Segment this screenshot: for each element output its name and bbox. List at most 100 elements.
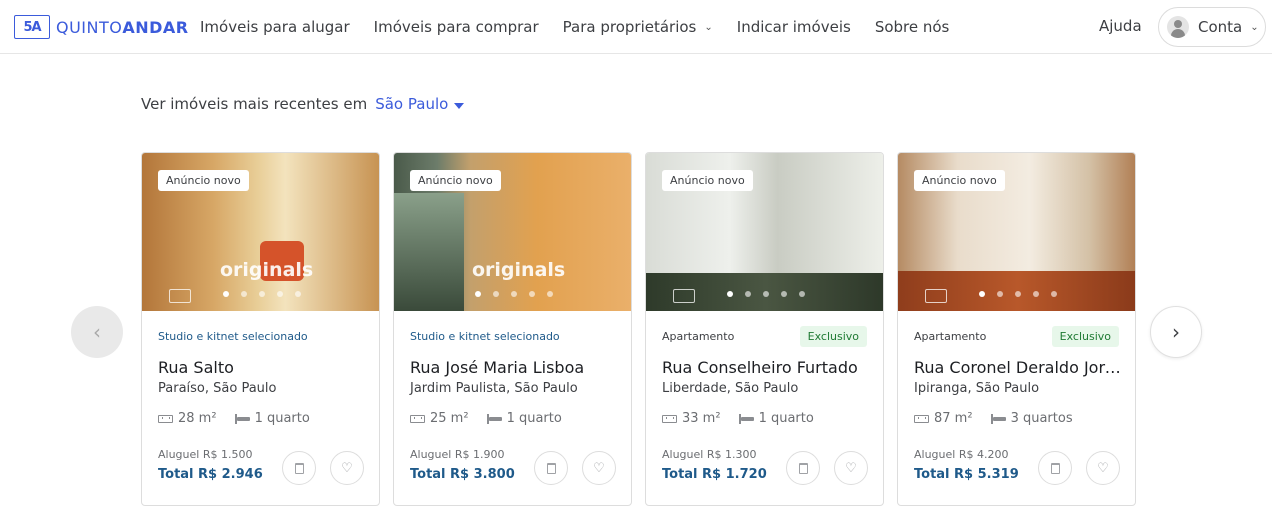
- discard-button[interactable]: [786, 451, 820, 485]
- photo-dot[interactable]: [1050, 291, 1057, 297]
- city-selector[interactable]: São Paulo: [375, 95, 465, 113]
- photo-dot[interactable]: [978, 291, 985, 297]
- rooms-feature: 1 quarto: [486, 411, 562, 426]
- rooms-feature: 3 quartos: [990, 411, 1073, 426]
- favorite-button[interactable]: ♡: [582, 451, 616, 485]
- rent-price: Aluguel R$ 1.500: [158, 448, 253, 461]
- photo-dot[interactable]: [744, 291, 751, 297]
- rooms-value: 1 quarto: [254, 411, 310, 426]
- nav-about-label: Sobre nós: [874, 18, 950, 36]
- trash-icon: [798, 462, 808, 474]
- total-price: Total R$ 2.946: [158, 467, 263, 482]
- listing-card[interactable]: Anúncio novo originals Studio e kitnet s…: [393, 152, 632, 506]
- listing-info: Apartamento Exclusivo Rua Conselheiro Fu…: [662, 321, 868, 505]
- nav-refer-label: Indicar imóveis: [736, 18, 851, 36]
- property-type: Apartamento: [662, 330, 735, 343]
- exclusive-badge: Exclusivo: [799, 326, 867, 347]
- photo-dot[interactable]: [780, 291, 787, 297]
- photo-dot[interactable]: [222, 291, 229, 297]
- listing-photo[interactable]: Anúncio novo originals: [142, 153, 379, 311]
- carousel-next-button[interactable]: ›: [1150, 306, 1202, 358]
- favorite-button[interactable]: ♡: [1086, 451, 1120, 485]
- account-menu-button[interactable]: Conta ⌄: [1158, 7, 1266, 47]
- help-link[interactable]: Ajuda: [1099, 17, 1142, 35]
- photo-dot[interactable]: [474, 291, 481, 297]
- listing-photo[interactable]: Anúncio novo: [898, 153, 1135, 311]
- logo-text-bold: ANDAR: [122, 17, 189, 37]
- photo-dot[interactable]: [528, 291, 535, 297]
- discard-button[interactable]: [1038, 451, 1072, 485]
- photo-pagination-dots: [394, 291, 631, 297]
- area-icon: [158, 414, 173, 423]
- property-type: Studio e kitnet selecionado: [158, 330, 308, 343]
- chevron-down-icon: ⌄: [704, 21, 713, 33]
- caret-down-icon: [454, 102, 465, 109]
- trash-icon: [294, 462, 304, 474]
- photo-dot[interactable]: [1014, 291, 1021, 297]
- photo-dot[interactable]: [762, 291, 769, 297]
- listing-card[interactable]: Anúncio novo Apartamento Exclusivo Rua C…: [897, 152, 1136, 506]
- photo-dot[interactable]: [996, 291, 1003, 297]
- listing-neighborhood: Jardim Paulista, São Paulo: [410, 381, 578, 396]
- favorite-button[interactable]: ♡: [834, 451, 868, 485]
- exclusive-badge: Exclusivo: [1051, 326, 1119, 347]
- city-selector-label: São Paulo: [375, 95, 449, 113]
- listing-info: Studio e kitnet selecionado Rua Salto Pa…: [158, 321, 364, 505]
- bed-icon: [486, 413, 502, 424]
- rent-price: Aluguel R$ 1.300: [662, 448, 757, 461]
- new-listing-badge: Anúncio novo: [662, 170, 753, 191]
- trash-icon: [546, 462, 556, 474]
- carousel-prev-button[interactable]: ‹: [71, 306, 123, 358]
- nav-owners-dropdown[interactable]: Para proprietários ⌄: [551, 18, 725, 36]
- listings-carousel: Anúncio novo originals Studio e kitnet s…: [141, 152, 1149, 506]
- nav-owners-label: Para proprietários: [562, 18, 697, 36]
- listing-features: 87 m² 3 quartos: [914, 411, 1091, 426]
- nav-buy-link[interactable]: Imóveis para comprar: [362, 18, 551, 36]
- listing-photo[interactable]: Anúncio novo originals: [394, 153, 631, 311]
- photo-dot[interactable]: [294, 291, 301, 297]
- chevron-right-icon: ›: [1172, 320, 1180, 344]
- quintoandar-logo[interactable]: 5A QUINTOANDAR: [14, 15, 189, 39]
- listing-card[interactable]: Anúncio novo Apartamento Exclusivo Rua C…: [645, 152, 884, 506]
- total-price: Total R$ 3.800: [410, 467, 515, 482]
- originals-watermark: originals: [220, 259, 314, 281]
- logo-text: QUINTOANDAR: [56, 18, 189, 37]
- photo-dot[interactable]: [726, 291, 733, 297]
- bed-icon: [990, 413, 1006, 424]
- photo-dot[interactable]: [546, 291, 553, 297]
- logo-mark-icon: 5A: [14, 15, 50, 39]
- photo-dot[interactable]: [258, 291, 265, 297]
- listing-info: Apartamento Exclusivo Rua Coronel Derald…: [914, 321, 1124, 505]
- top-navbar: 5A QUINTOANDAR Imóveis para alugar Imóve…: [0, 0, 1272, 54]
- nav-refer-link[interactable]: Indicar imóveis: [725, 18, 863, 36]
- discard-button[interactable]: [282, 451, 316, 485]
- new-listing-badge: Anúncio novo: [158, 170, 249, 191]
- bed-icon: [234, 413, 250, 424]
- rooms-value: 3 quartos: [1010, 411, 1073, 426]
- photo-dot[interactable]: [510, 291, 517, 297]
- rent-price: Aluguel R$ 1.900: [410, 448, 505, 461]
- photo-dot[interactable]: [276, 291, 283, 297]
- area-icon: [662, 414, 677, 423]
- chevron-down-icon: ⌄: [1250, 21, 1259, 33]
- listing-features: 25 m² 1 quarto: [410, 411, 580, 426]
- discard-button[interactable]: [534, 451, 568, 485]
- property-type: Studio e kitnet selecionado: [410, 330, 560, 343]
- photo-dot[interactable]: [240, 291, 247, 297]
- recent-listings-heading: Ver imóveis mais recentes em São Paulo: [141, 95, 465, 113]
- property-type: Apartamento: [914, 330, 987, 343]
- favorite-button[interactable]: ♡: [330, 451, 364, 485]
- photo-dot[interactable]: [492, 291, 499, 297]
- listing-street: Rua Conselheiro Furtado: [662, 358, 858, 377]
- nav-about-link[interactable]: Sobre nós: [863, 18, 962, 36]
- listing-street: Rua Salto: [158, 358, 234, 377]
- listing-card[interactable]: Anúncio novo originals Studio e kitnet s…: [141, 152, 380, 506]
- logo-text-light: QUINTO: [56, 17, 123, 37]
- originals-watermark: originals: [472, 259, 566, 281]
- main-nav: Imóveis para alugar Imóveis para comprar…: [188, 0, 961, 54]
- listing-photo[interactable]: Anúncio novo: [646, 153, 883, 311]
- nav-rent-link[interactable]: Imóveis para alugar: [188, 18, 362, 36]
- bed-icon: [738, 413, 754, 424]
- photo-dot[interactable]: [1032, 291, 1039, 297]
- photo-dot[interactable]: [798, 291, 805, 297]
